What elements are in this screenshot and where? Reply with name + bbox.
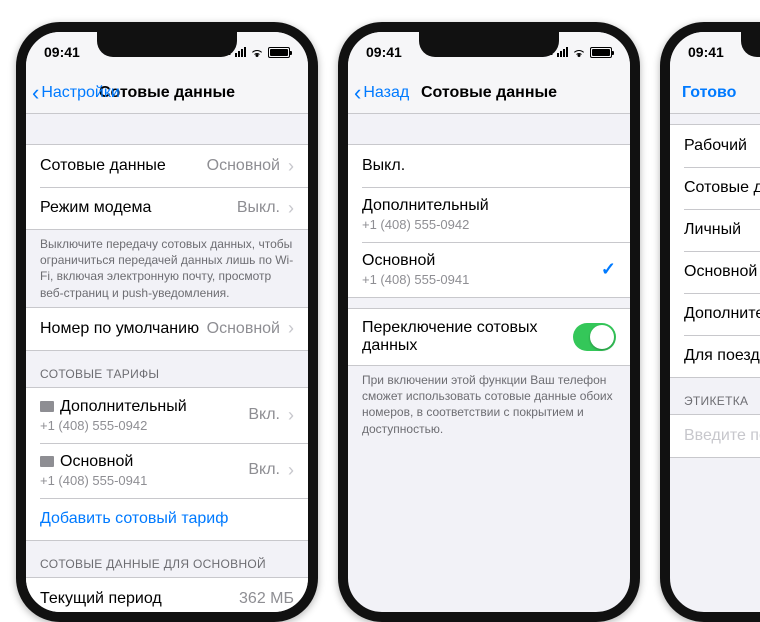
chevron-right-icon: › (288, 318, 294, 339)
phone-frame-3: 09:41 Готово +1 (40 Рабочий Сотовые данн… (660, 22, 760, 622)
footer-switching-note: При включении этой функции Ваш телефон с… (348, 366, 630, 443)
custom-label-input[interactable]: Введите подпись (670, 415, 760, 457)
group-plans: Дополнительный +1 (408) 555-0942 Вкл.› О… (26, 387, 308, 541)
header-custom-label: ЭТИКЕТКА (670, 378, 760, 414)
phone-frame-2: 09:41 ::!! ‹ Назад Сотовые данные Выкл. … (338, 22, 640, 622)
status-time: 09:41 (44, 44, 80, 60)
battery-icon (590, 47, 612, 58)
notch (419, 31, 559, 57)
wifi-icon (250, 47, 264, 57)
chevron-left-icon: ‹ (32, 82, 39, 104)
nav-bar: Готово +1 (40 (670, 72, 760, 114)
footer-cellular-note: Выключите передачу сотовых данных, чтобы… (26, 230, 308, 307)
nav-bar: ‹ Настройки Сотовые данные (26, 72, 308, 114)
row-label-option[interactable]: Личный (670, 209, 760, 251)
switch-on[interactable] (573, 323, 616, 351)
group-default-number: Номер по умолчанию Основной› (26, 307, 308, 351)
row-select-primary[interactable]: Основной +1 (408) 555-0941 ✓ (348, 242, 630, 297)
group-data-select: Выкл. Дополнительный +1 (408) 555-0942 О… (348, 144, 630, 298)
header-plans: СОТОВЫЕ ТАРИФЫ (26, 351, 308, 387)
row-current-period: Текущий период 362 МБ (26, 578, 308, 612)
chevron-right-icon: › (288, 156, 294, 177)
back-label: Настройки (41, 84, 119, 102)
scroll-content[interactable]: Сотовые данные Основной› Режим модема Вы… (26, 114, 308, 612)
row-default-number[interactable]: Номер по умолчанию Основной› (26, 308, 308, 350)
row-label-option[interactable]: Рабочий (670, 125, 760, 167)
row-label-option[interactable]: Основной (670, 251, 760, 293)
row-plan-secondary[interactable]: Дополнительный +1 (408) 555-0942 Вкл.› (26, 388, 308, 443)
group-custom-label: Введите подпись (670, 414, 760, 458)
sim-icon (40, 456, 54, 467)
chevron-left-icon: ‹ (354, 82, 361, 104)
row-hotspot[interactable]: Режим модема Выкл.› (26, 187, 308, 229)
row-add-plan[interactable]: Добавить сотовый тариф (26, 498, 308, 540)
scroll-content[interactable]: Выкл. Дополнительный +1 (408) 555-0942 О… (348, 114, 630, 612)
phone-frame-1: 09:41 ::!! ‹ Настройки Сотовые данные Со… (16, 22, 318, 622)
row-switching[interactable]: Переключение сотовых данных (348, 309, 630, 365)
battery-icon (268, 47, 290, 58)
group-usage: Текущий период 362 МБ Текущий период роу… (26, 577, 308, 612)
row-off[interactable]: Выкл. (348, 145, 630, 187)
back-button[interactable]: ‹ Настройки (32, 82, 120, 104)
wifi-icon (572, 47, 586, 57)
group-cellular: Сотовые данные Основной› Режим модема Вы… (26, 144, 308, 230)
back-label: Назад (363, 84, 409, 102)
row-plan-primary[interactable]: Основной +1 (408) 555-0941 Вкл.› (26, 443, 308, 498)
back-button[interactable]: ‹ Назад (354, 82, 409, 104)
status-time: 09:41 (366, 44, 402, 60)
row-label-option[interactable]: Дополнительный (670, 293, 760, 335)
signal-icon (235, 47, 246, 57)
row-label-option[interactable]: Сотовые данные (670, 167, 760, 209)
input-placeholder: Введите подпись (684, 427, 760, 445)
chevron-right-icon: › (288, 460, 294, 481)
row-select-secondary[interactable]: Дополнительный +1 (408) 555-0942 (348, 187, 630, 242)
row-label-option[interactable]: Для поездок (670, 335, 760, 377)
chevron-right-icon: › (288, 405, 294, 426)
nav-bar: ‹ Назад Сотовые данные (348, 72, 630, 114)
status-time: 09:41 (688, 44, 724, 60)
done-button[interactable]: Готово (676, 84, 736, 102)
group-labels: Рабочий Сотовые данные Личный Основной Д… (670, 124, 760, 378)
checkmark-icon: ✓ (601, 259, 616, 280)
sim-icon (40, 401, 54, 412)
group-switching: Переключение сотовых данных (348, 308, 630, 366)
signal-icon (557, 47, 568, 57)
notch (97, 31, 237, 57)
scroll-content[interactable]: Рабочий Сотовые данные Личный Основной Д… (670, 114, 760, 612)
header-usage: СОТОВЫЕ ДАННЫЕ ДЛЯ ОСНОВНОЙ (26, 541, 308, 577)
row-cellular-data[interactable]: Сотовые данные Основной› (26, 145, 308, 187)
chevron-right-icon: › (288, 198, 294, 219)
